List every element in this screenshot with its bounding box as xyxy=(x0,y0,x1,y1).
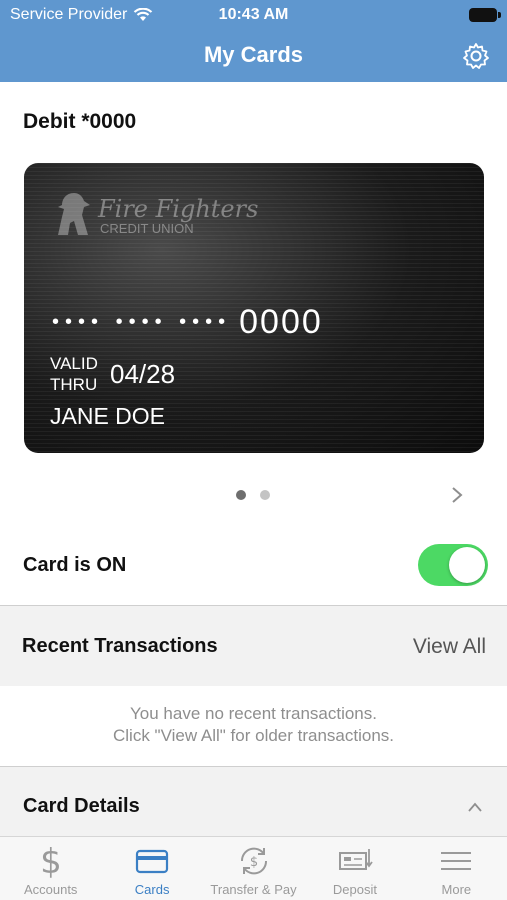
page-dot-active[interactable] xyxy=(236,490,246,500)
svg-text:$: $ xyxy=(249,855,257,870)
tab-label: Transfer & Pay xyxy=(210,882,297,897)
tab-more[interactable]: More xyxy=(406,837,507,900)
app-header: Service Provider 10:43 AM My Cards xyxy=(0,0,507,82)
toggle-knob xyxy=(449,547,485,583)
logo-brand: Fire Fighters xyxy=(98,195,259,223)
tab-label: Deposit xyxy=(332,882,377,897)
card-icon xyxy=(136,849,169,874)
tab-bar: $ Accounts Cards $ Transfer & Pay Deposi… xyxy=(0,836,507,900)
tab-label: Cards xyxy=(134,882,170,897)
cardholder-name: JANE DOE xyxy=(50,403,166,429)
card-details-header[interactable]: Card Details xyxy=(0,767,507,837)
expiry-date: 04/28 xyxy=(110,359,176,389)
card-status-label: Card is ON xyxy=(23,554,127,576)
card-on-toggle[interactable] xyxy=(418,544,488,586)
gear-icon[interactable] xyxy=(462,42,490,70)
tab-label: Accounts xyxy=(23,882,78,897)
tab-label: More xyxy=(441,882,472,897)
chevron-up-icon[interactable] xyxy=(468,801,482,813)
empty-line-1: You have no recent transactions. xyxy=(130,704,377,723)
tab-deposit[interactable]: Deposit xyxy=(304,837,405,900)
masked-digits: •••• •••• •••• xyxy=(52,311,232,333)
page-title: My Cards xyxy=(203,42,304,67)
status-bar: Service Provider 10:43 AM xyxy=(0,0,507,30)
dollar-icon: $ xyxy=(40,843,62,879)
card-number: •••• •••• •••• 0000 xyxy=(52,303,323,342)
empty-line-2: Click "View All" for older transactions. xyxy=(112,726,395,745)
empty-transactions-message: You have no recent transactions. Click "… xyxy=(0,703,507,747)
last-four: 0000 xyxy=(239,303,323,341)
firefighter-logo-icon xyxy=(58,193,90,235)
status-time: 10:43 AM xyxy=(218,6,289,23)
tab-accounts[interactable]: $ Accounts xyxy=(0,837,101,900)
deposit-check-icon xyxy=(338,849,373,870)
page-dot[interactable] xyxy=(260,490,270,500)
battery-icon xyxy=(469,8,501,22)
recent-transactions-header: Recent Transactions View All xyxy=(0,606,507,686)
credit-union-logo: Fire Fighters CREDIT UNION xyxy=(54,191,264,241)
card-pager xyxy=(0,488,507,502)
menu-icon xyxy=(441,852,472,870)
card-details-title: Card Details xyxy=(23,795,140,817)
section-title: Recent Transactions xyxy=(22,635,218,657)
card-status-row: Card is ON xyxy=(0,540,507,604)
transfer-icon: $ xyxy=(240,847,267,875)
debit-card[interactable]: Fire Fighters CREDIT UNION •••• •••• •••… xyxy=(24,163,484,453)
tab-cards[interactable]: Cards xyxy=(101,837,202,900)
card-name: Debit *0000 xyxy=(23,110,137,133)
tab-transfer-pay[interactable]: $ Transfer & Pay xyxy=(203,837,304,900)
valid-thru-label: VALID THRU xyxy=(50,354,98,394)
logo-sub: CREDIT UNION xyxy=(100,221,194,236)
svg-text:$: $ xyxy=(40,843,62,879)
view-all-link[interactable]: View All xyxy=(413,635,486,659)
chevron-right-icon[interactable] xyxy=(450,486,464,504)
